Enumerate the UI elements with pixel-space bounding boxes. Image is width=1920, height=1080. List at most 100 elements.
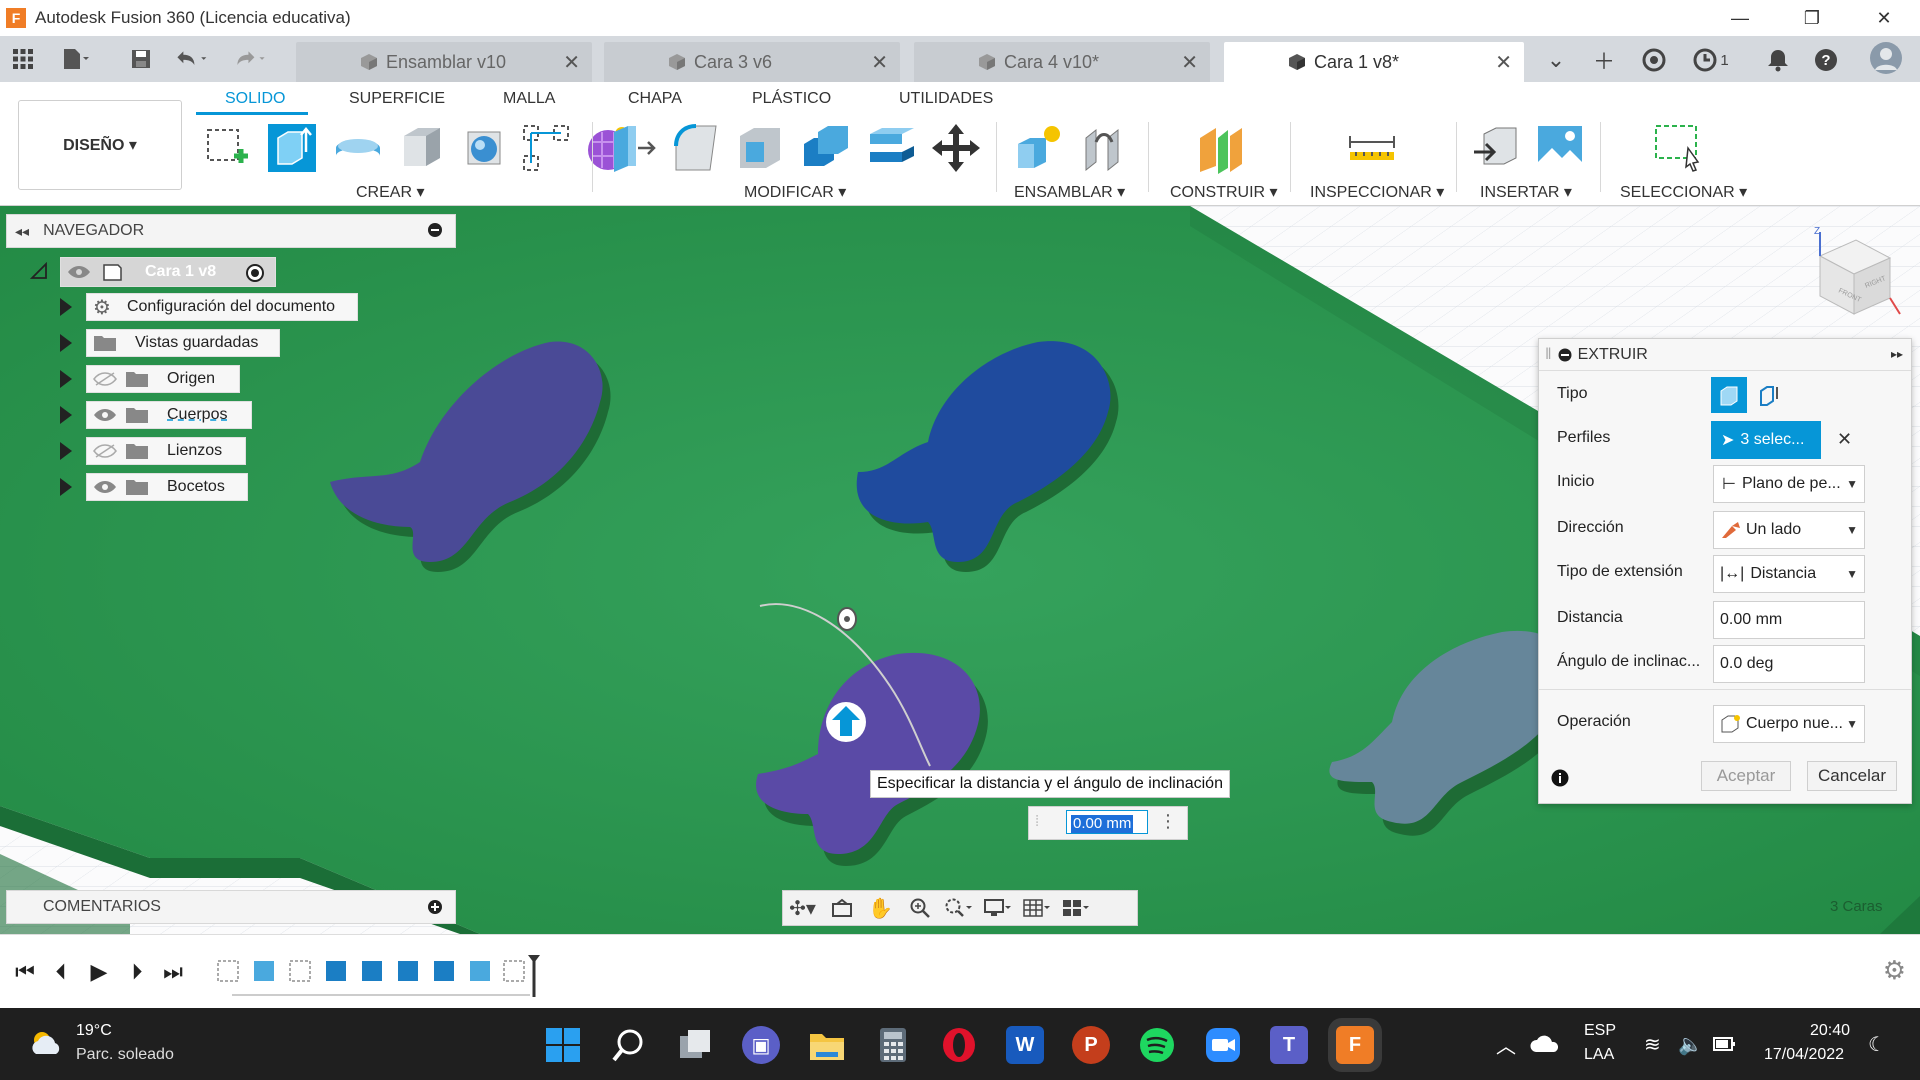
distance-arrow-manipulator-icon[interactable] [826, 702, 866, 742]
onedrive-cloud-icon[interactable] [1530, 1034, 1560, 1054]
close-tab-icon[interactable]: ✕ [563, 50, 580, 75]
expand-triangle-icon[interactable] [60, 406, 72, 424]
group-construir[interactable]: CONSTRUIR ▾ [1170, 182, 1278, 202]
profiles-selection-button[interactable]: ➤ 3 selec... [1711, 421, 1821, 459]
tab-malla[interactable]: MALLA [503, 90, 555, 108]
look-at-icon[interactable] [822, 891, 861, 925]
wifi-icon[interactable]: ≋ [1644, 1032, 1661, 1057]
extensions-icon[interactable] [1634, 40, 1674, 80]
file-menu-icon[interactable] [58, 42, 92, 76]
orbit-icon[interactable]: ✣▾ [783, 891, 822, 925]
timeline-settings-gear-icon[interactable]: ⚙ [1883, 955, 1906, 986]
spotify-icon[interactable] [1138, 1026, 1176, 1064]
group-seleccionar[interactable]: SELECCIONAR ▾ [1620, 182, 1747, 202]
keyboard-layout[interactable]: LAA [1584, 1046, 1614, 1064]
timeline-next-icon[interactable]: ⏵ [122, 959, 152, 985]
tab-cara-1[interactable]: Cara 1 v8* ✕ [1224, 42, 1524, 82]
notifications-bell-icon[interactable] [1758, 40, 1798, 80]
align-icon[interactable] [866, 122, 918, 174]
angle-manipulator-handle[interactable] [837, 607, 857, 631]
tab-utilidades[interactable]: UTILIDADES [899, 90, 993, 108]
visibility-eye-icon[interactable] [67, 264, 91, 280]
start-dropdown[interactable]: ⊢ Plano de pe... ▼ [1713, 465, 1865, 503]
weather-sun-cloud-icon[interactable] [28, 1028, 64, 1058]
minimize-button[interactable]: — [1704, 0, 1776, 36]
clock-date[interactable]: 17/04/2022 [1764, 1046, 1844, 1064]
job-status-icon[interactable]: 1 [1684, 40, 1738, 80]
fusion-360-taskbar-icon[interactable]: F [1336, 1026, 1374, 1064]
extrude-dialog-header[interactable]: ‖ EXTRUIR ▸▸ [1539, 339, 1911, 371]
extrude-icon[interactable] [266, 122, 318, 174]
data-panel-grid-icon[interactable] [6, 42, 40, 76]
browser-item-origen[interactable]: Origen [86, 365, 240, 393]
browser-item-lienzos[interactable]: Lienzos [86, 437, 246, 465]
activate-radio-icon[interactable] [245, 263, 265, 283]
browser-root-node[interactable]: Cara 1 v8 [60, 257, 276, 287]
tab-list-chevron-icon[interactable]: ⌄ [1536, 40, 1576, 80]
type-solid-extrude-icon[interactable] [1711, 377, 1747, 413]
clear-selection-icon[interactable]: ✕ [1837, 429, 1852, 450]
browser-item-bocetos[interactable]: Bocetos [86, 473, 248, 501]
info-icon[interactable] [1551, 769, 1569, 787]
fillet-icon[interactable] [670, 122, 722, 174]
word-icon[interactable]: W [1006, 1026, 1044, 1064]
undo-icon[interactable] [174, 42, 208, 76]
sweep-box-icon[interactable] [396, 122, 448, 174]
expand-dialog-icon[interactable]: ▸▸ [1891, 347, 1903, 361]
combine-icon[interactable] [800, 122, 852, 174]
restore-button[interactable]: ❐ [1776, 0, 1848, 36]
group-modificar[interactable]: MODIFICAR ▾ [744, 182, 846, 202]
shell-icon[interactable] [734, 122, 786, 174]
help-icon[interactable]: ? [1806, 40, 1846, 80]
comments-panel-header[interactable]: COMENTARIOS [6, 890, 456, 924]
user-avatar[interactable] [1864, 38, 1908, 78]
timeline-first-icon[interactable]: ⏮ [10, 959, 40, 985]
measure-icon[interactable] [1346, 122, 1398, 174]
zoom-app-icon[interactable] [1204, 1026, 1242, 1064]
expand-triangle-icon[interactable] [60, 298, 72, 316]
press-pull-icon[interactable] [606, 122, 658, 174]
drag-handle-icon[interactable]: ‖ [1545, 346, 1552, 364]
file-explorer-icon[interactable] [808, 1026, 846, 1064]
windows-start-icon[interactable] [544, 1026, 582, 1064]
extent-type-dropdown[interactable]: |↔| Distancia ▼ [1713, 555, 1865, 593]
timeline-last-icon[interactable]: ⏭ [158, 959, 188, 985]
group-crear[interactable]: CREAR ▾ [356, 182, 424, 202]
zoom-icon[interactable] [900, 891, 939, 925]
visibility-eye-icon[interactable] [93, 479, 117, 495]
canvas-image-icon[interactable] [1534, 122, 1586, 174]
powerpoint-icon[interactable]: P [1072, 1026, 1110, 1064]
expand-triangle-icon[interactable] [60, 370, 72, 388]
type-thin-extrude-icon[interactable] [1751, 377, 1787, 413]
tab-cara-4[interactable]: Cara 4 v10* ✕ [914, 42, 1210, 82]
tab-ensamblar[interactable]: Ensamblar v10 ✕ [296, 42, 592, 82]
more-options-icon[interactable]: ⋮ [1159, 811, 1177, 832]
visibility-hidden-eye-icon[interactable] [93, 371, 117, 387]
collapse-dialog-icon[interactable] [1558, 348, 1572, 362]
show-hidden-icons-icon[interactable]: ︿ [1496, 1030, 1516, 1059]
viewcube-icon[interactable]: FRONT RIGHT Z [1800, 226, 1910, 336]
tab-plastico[interactable]: PLÁSTICO [752, 90, 831, 108]
new-component-icon[interactable] [1012, 122, 1064, 174]
volume-icon[interactable]: 🔈 [1678, 1032, 1703, 1057]
teams-icon[interactable]: T [1270, 1026, 1308, 1064]
timeline-features[interactable] [214, 955, 544, 999]
cancel-button[interactable]: Cancelar [1807, 761, 1897, 791]
save-icon[interactable] [124, 42, 158, 76]
timeline-play-icon[interactable]: ▶ [84, 959, 114, 985]
timeline-prev-icon[interactable]: ⏴ [46, 959, 76, 985]
pan-hand-icon[interactable]: ✋ [861, 891, 900, 925]
zoom-window-icon[interactable] [939, 891, 978, 925]
browser-item-configuracion[interactable]: ⚙ Configuración del documento [86, 293, 358, 321]
calculator-icon[interactable] [874, 1026, 912, 1064]
search-icon[interactable] [610, 1026, 648, 1064]
collapse-triangle-icon[interactable] [30, 262, 48, 280]
direction-dropdown[interactable]: Un lado ▼ [1713, 511, 1865, 549]
group-inspeccionar[interactable]: INSPECCIONAR ▾ [1310, 182, 1444, 202]
focus-assist-moon-icon[interactable]: ☾ [1868, 1032, 1886, 1057]
new-tab-plus-icon[interactable]: ＋ [1584, 40, 1624, 80]
visibility-eye-icon[interactable] [93, 407, 117, 423]
ok-button[interactable]: Aceptar [1701, 761, 1791, 791]
distance-field[interactable]: 0.00 mm [1713, 601, 1865, 639]
rectangular-pattern-icon[interactable] [520, 122, 572, 174]
